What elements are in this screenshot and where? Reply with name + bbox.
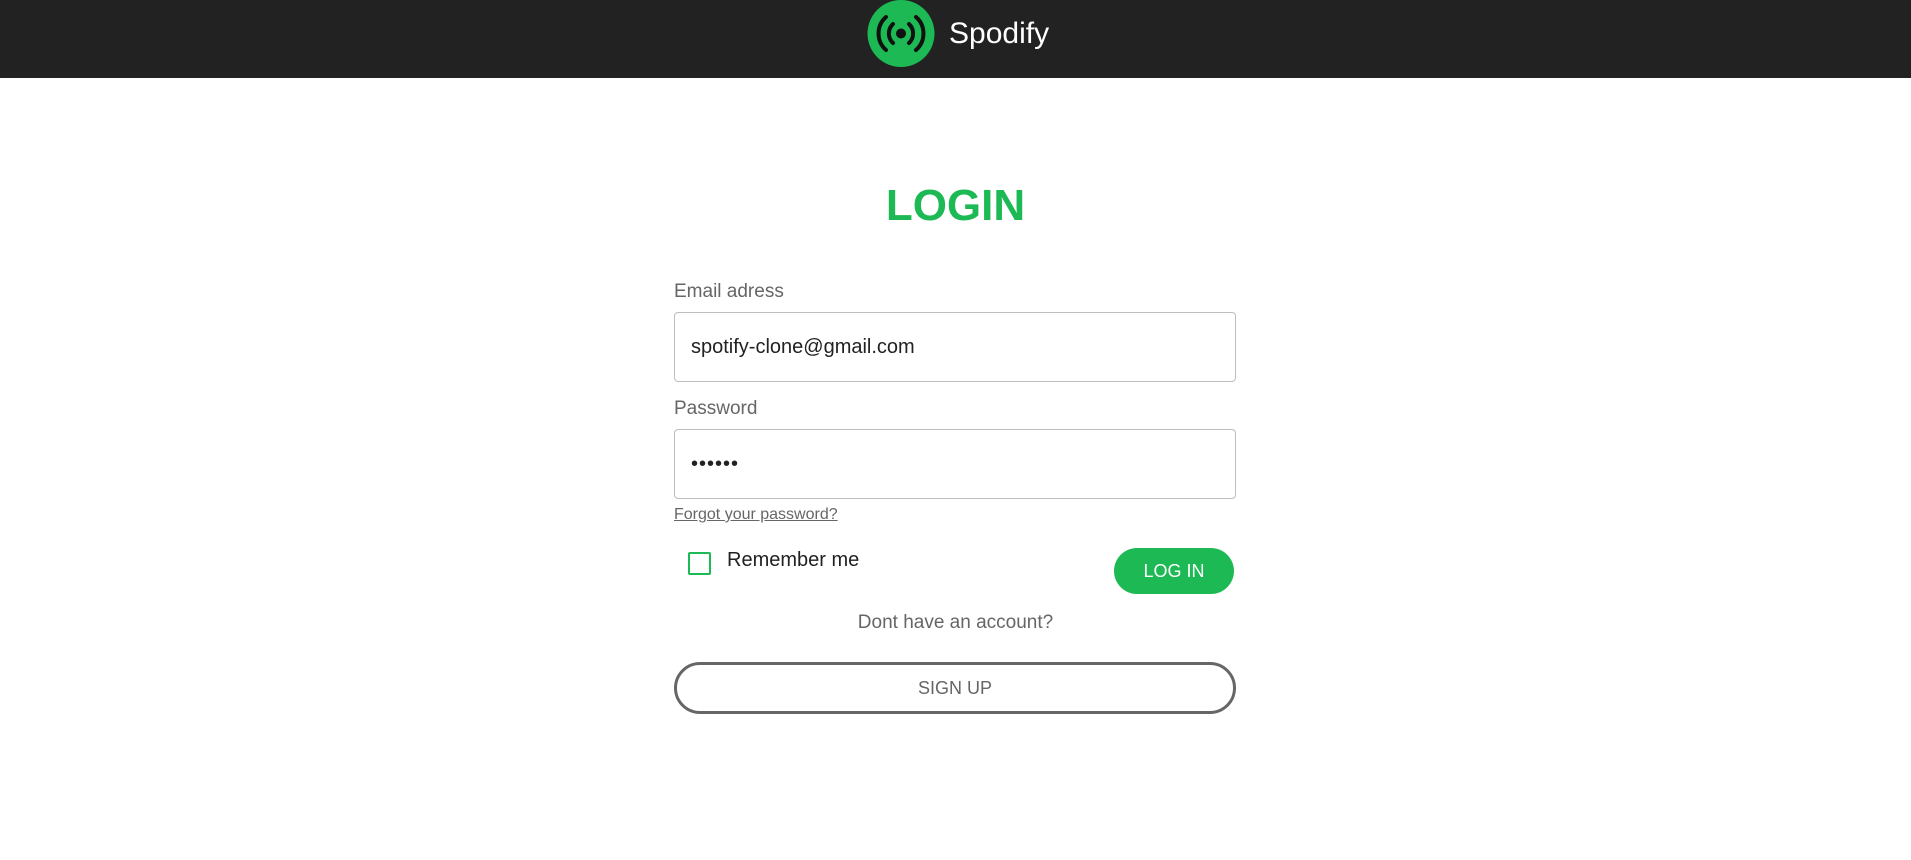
- brand-name: Spodify: [949, 17, 1050, 50]
- page-title: LOGIN: [885, 181, 1026, 230]
- password-field[interactable]: [674, 429, 1236, 499]
- brand-link[interactable]: Spodify: [866, 0, 1049, 67]
- login-button[interactable]: LOG IN: [1114, 548, 1234, 594]
- remember-me-checkbox[interactable]: [688, 551, 711, 575]
- broadcast-icon: [867, 0, 935, 67]
- forgot-password-link[interactable]: Forgot your password?: [674, 505, 838, 525]
- remember-me-label: Remember me: [727, 549, 860, 571]
- email-label: Email adress: [674, 281, 784, 302]
- remember-me-toggle[interactable]: Remember me: [688, 549, 860, 575]
- no-account-text: Dont have an account?: [857, 612, 1054, 633]
- signup-button[interactable]: SIGN UP: [674, 662, 1236, 714]
- email-field[interactable]: [674, 312, 1236, 382]
- top-navbar: Spodify: [0, 0, 1911, 78]
- password-label: Password: [674, 398, 758, 419]
